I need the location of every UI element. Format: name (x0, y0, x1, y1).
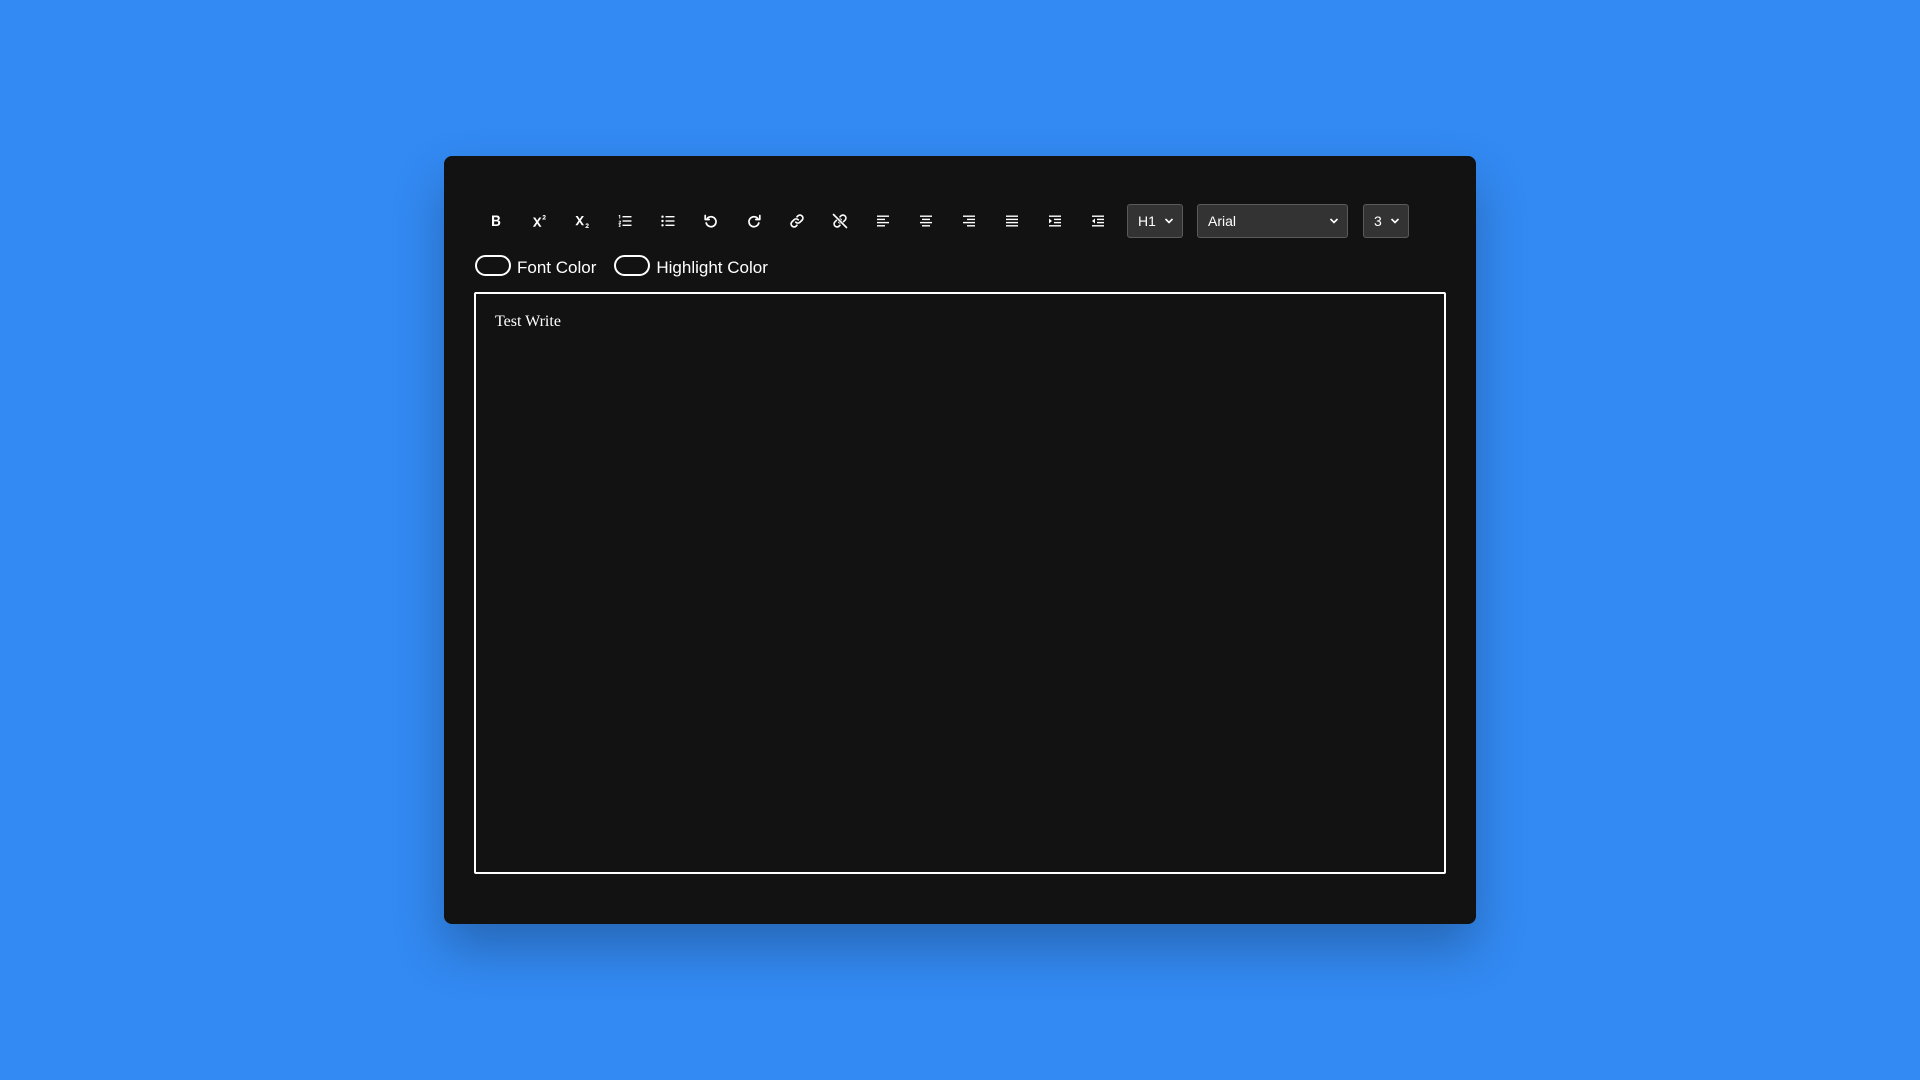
font-family-select[interactable]: Arial (1197, 204, 1348, 238)
undo-button[interactable] (689, 204, 732, 238)
toolbar: H1 Arial 3 (474, 204, 1409, 238)
bold-button[interactable] (474, 204, 517, 238)
align-left-icon (876, 215, 889, 227)
font-color-control[interactable]: Font Color (475, 254, 597, 279)
align-center-icon (919, 215, 932, 227)
outdent-icon (1091, 215, 1104, 227)
heading-select-value: H1 (1138, 213, 1156, 229)
subscript-button[interactable] (560, 204, 603, 238)
redo-icon (747, 214, 761, 228)
font-color-picker[interactable] (475, 254, 511, 276)
highlight-color-label: Highlight Color (656, 258, 768, 277)
unlink-button[interactable] (818, 204, 861, 238)
outdent-button[interactable] (1076, 204, 1119, 238)
font-color-label: Font Color (517, 258, 597, 277)
link-icon (789, 214, 804, 228)
unordered-list-button[interactable] (646, 204, 689, 238)
unlink-icon (831, 213, 848, 229)
align-right-icon (962, 215, 975, 227)
highlight-color-control[interactable]: Highlight Color (614, 254, 768, 279)
ordered-list-icon (618, 215, 631, 227)
ordered-list-button[interactable] (603, 204, 646, 238)
editor-card: H1 Arial 3 Font Color Highlight Color Te… (444, 156, 1476, 924)
chevron-down-icon (1329, 218, 1339, 224)
chevron-down-icon (1164, 218, 1174, 224)
align-center-button[interactable] (904, 204, 947, 238)
color-controls: Font Color Highlight Color (475, 254, 786, 280)
font-size-select-value: 3 (1374, 213, 1382, 229)
undo-icon (703, 214, 717, 228)
superscript-button[interactable] (517, 204, 560, 238)
align-left-button[interactable] (861, 204, 904, 238)
align-justify-icon (1005, 215, 1018, 227)
indent-icon (1048, 215, 1061, 227)
superscript-icon (532, 215, 546, 227)
unordered-list-icon (660, 215, 674, 227)
font-family-select-value: Arial (1208, 213, 1237, 229)
link-button[interactable] (775, 204, 818, 238)
align-right-button[interactable] (947, 204, 990, 238)
text-editor-area[interactable]: Test Write (474, 292, 1446, 874)
subscript-icon (574, 216, 589, 228)
redo-button[interactable] (732, 204, 775, 238)
heading-select[interactable]: H1 (1127, 204, 1183, 238)
font-size-select[interactable]: 3 (1363, 204, 1409, 238)
align-justify-button[interactable] (990, 204, 1033, 238)
highlight-color-picker[interactable] (614, 254, 651, 276)
bold-icon (491, 215, 500, 226)
editor-content: Test Write (495, 313, 561, 330)
indent-button[interactable] (1033, 204, 1076, 238)
chevron-down-icon (1390, 218, 1400, 224)
